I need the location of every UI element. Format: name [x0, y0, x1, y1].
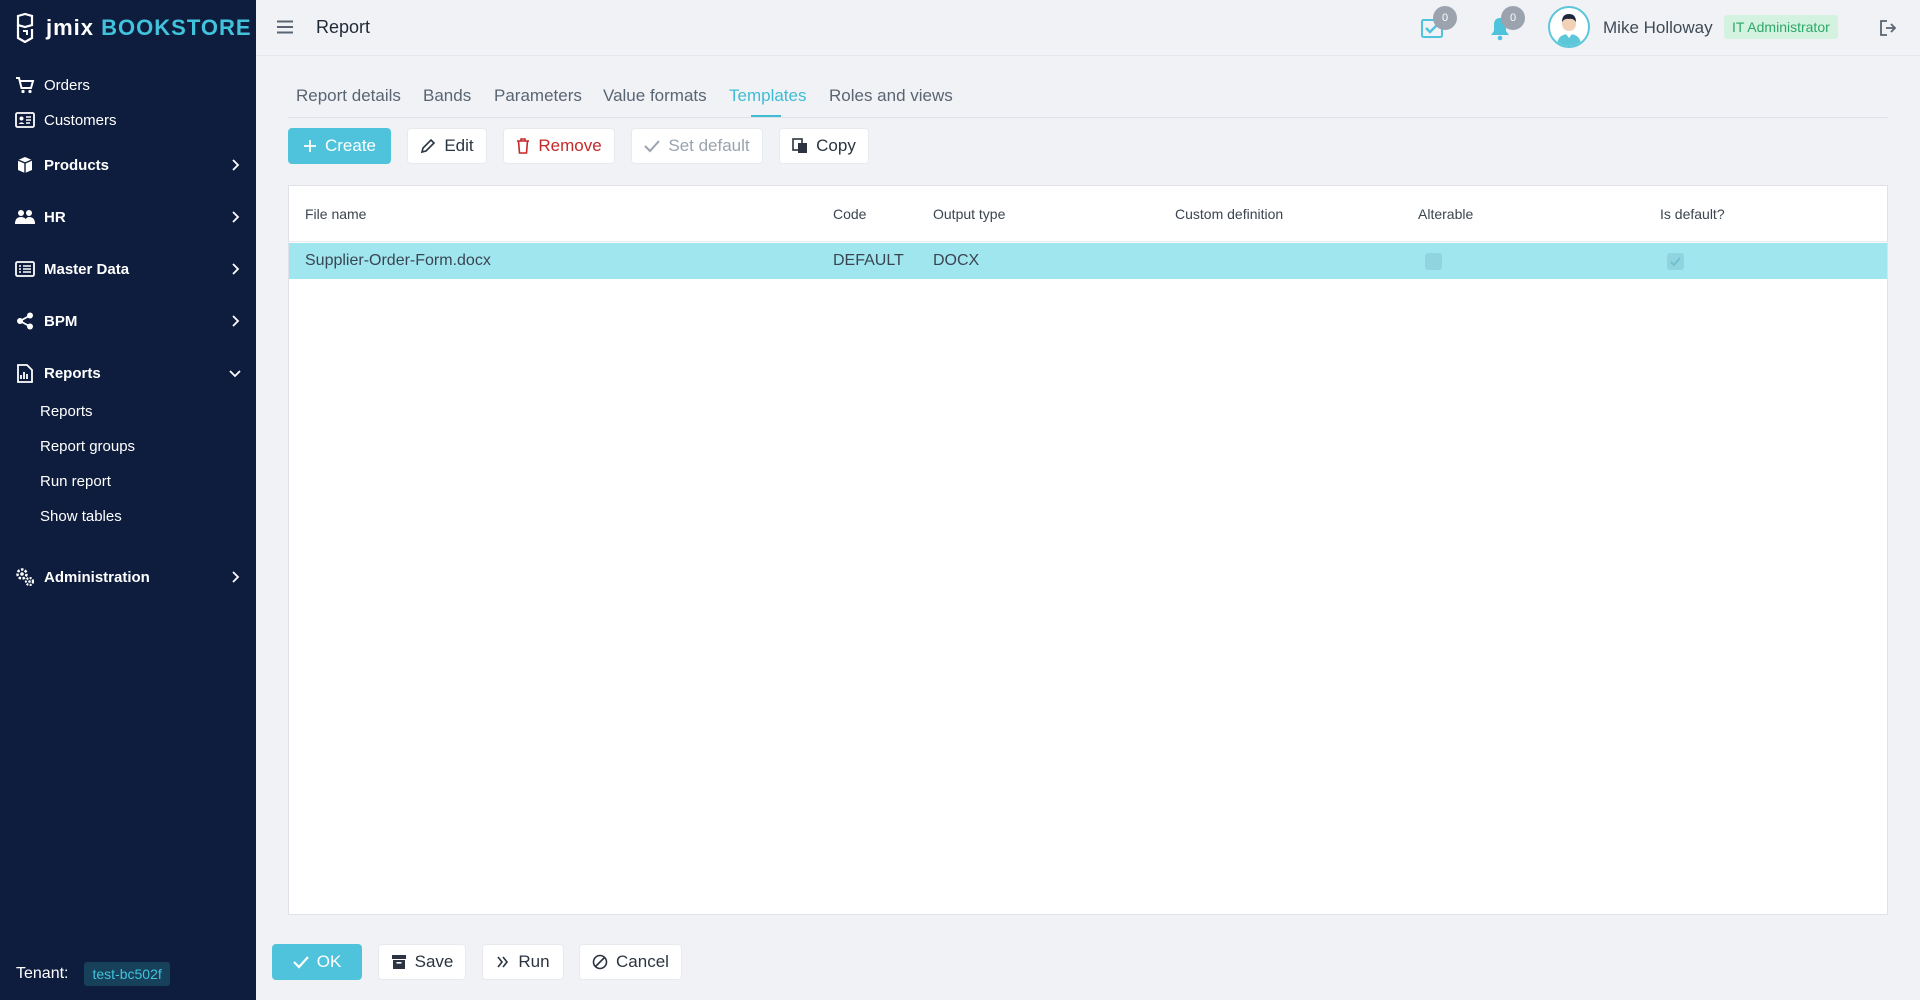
cell-code: DEFAULT: [833, 252, 904, 269]
pencil-icon: [421, 138, 436, 154]
tab-value-formats[interactable]: Value formats: [603, 86, 707, 106]
check-icon: [292, 956, 309, 969]
trash-icon: [517, 138, 530, 154]
double-chevron-right-icon: [497, 956, 509, 968]
jmix-logo-icon: [16, 13, 34, 43]
save-button[interactable]: Save: [378, 944, 466, 980]
tab-roles-and-views[interactable]: Roles and views: [829, 86, 953, 106]
check-icon: [1670, 257, 1681, 267]
cart-icon: [14, 74, 36, 96]
tab-bands[interactable]: Bands: [423, 86, 471, 106]
sidebar-item-label: Administration: [44, 568, 150, 586]
tenant-label: Tenant:: [16, 965, 69, 982]
table-header: File name Code Output type Custom defini…: [289, 186, 1887, 242]
user-role-badge: IT Administrator: [1724, 15, 1838, 39]
column-header-custom-definition[interactable]: Custom definition: [1175, 206, 1283, 222]
hamburger-menu-icon[interactable]: [276, 18, 294, 36]
chevron-right-icon: [232, 211, 240, 223]
logo-bookstore-text: BOOKSTORE: [101, 15, 252, 40]
copy-icon: [792, 138, 808, 153]
is-default-checkbox[interactable]: [1667, 253, 1684, 270]
logout-icon[interactable]: [1878, 18, 1898, 38]
column-header-is-default[interactable]: Is default?: [1660, 206, 1725, 222]
templates-table: File name Code Output type Custom defini…: [288, 185, 1888, 915]
cancel-button[interactable]: Cancel: [579, 944, 682, 980]
sidebar-subitem-reports[interactable]: Reports: [40, 403, 93, 420]
chevron-down-icon: [229, 370, 241, 378]
top-header: Report 0 0 Mike Holloway IT Administrato…: [256, 0, 1920, 56]
sidebar-item-orders[interactable]: Orders: [0, 73, 256, 97]
gears-icon: [14, 566, 36, 588]
run-button[interactable]: Run: [482, 944, 564, 980]
id-card-icon: [14, 109, 36, 131]
sidebar-item-label: HR: [44, 208, 66, 226]
alterable-checkbox[interactable]: [1425, 253, 1442, 270]
tasks-count-badge: 0: [1433, 6, 1457, 30]
archive-icon: [391, 955, 406, 969]
share-icon: [14, 310, 36, 332]
plus-icon: [303, 140, 316, 152]
create-button[interactable]: Create: [288, 128, 391, 164]
cell-output-type: DOCX: [933, 252, 980, 269]
tab-templates[interactable]: Templates: [729, 86, 806, 106]
tab-report-details[interactable]: Report details: [296, 86, 401, 106]
copy-button[interactable]: Copy: [779, 128, 869, 164]
logo-jmix-text: jmix: [46, 15, 95, 40]
sidebar-subitem-report-groups[interactable]: Report groups: [40, 438, 135, 455]
check-icon: [644, 140, 661, 153]
file-chart-icon: [14, 362, 36, 384]
cell-file-name: Supplier-Order-Form.docx: [305, 252, 491, 269]
sidebar-item-label: Reports: [44, 364, 101, 382]
user-name[interactable]: Mike Holloway: [1603, 18, 1713, 38]
sidebar-item-label: Customers: [44, 111, 117, 129]
tenant-badge: test-bc502f: [84, 962, 170, 986]
sidebar-item-bpm[interactable]: BPM: [0, 308, 256, 334]
sidebar-item-hr[interactable]: HR: [0, 204, 256, 230]
list-icon: [14, 258, 36, 280]
sidebar-item-master-data[interactable]: Master Data: [0, 256, 256, 282]
column-header-file-name[interactable]: File name: [305, 206, 366, 222]
avatar[interactable]: [1548, 6, 1590, 48]
chevron-right-icon: [232, 571, 240, 583]
sidebar-item-administration[interactable]: Administration: [0, 564, 256, 590]
sidebar-item-label: Products: [44, 156, 110, 174]
tenant-info: Tenant: test-bc502f: [16, 962, 170, 986]
ok-button[interactable]: OK: [272, 944, 362, 980]
sidebar-item-customers[interactable]: Customers: [0, 108, 256, 132]
chevron-right-icon: [232, 263, 240, 275]
sidebar-item-label: Master Data: [44, 260, 130, 278]
sidebar-item-reports[interactable]: Reports: [0, 360, 256, 386]
column-header-output-type[interactable]: Output type: [933, 206, 1005, 222]
edit-button[interactable]: Edit: [407, 128, 487, 164]
column-header-alterable[interactable]: Alterable: [1418, 206, 1473, 222]
ban-icon: [592, 954, 608, 970]
set-default-button[interactable]: Set default: [631, 128, 763, 164]
sidebar-item-products[interactable]: Products: [0, 152, 256, 178]
tab-parameters[interactable]: Parameters: [494, 86, 582, 106]
report-tabs: Report details Bands Parameters Value fo…: [288, 74, 1888, 118]
sidebar-item-label: Orders: [44, 76, 90, 94]
sidebar: jmix BOOKSTORE Orders Customers Products…: [0, 0, 256, 1000]
sidebar-subitem-show-tables[interactable]: Show tables: [40, 508, 122, 525]
notifications-count-badge: 0: [1501, 6, 1525, 30]
app-logo[interactable]: jmix BOOKSTORE: [14, 12, 252, 44]
column-header-code[interactable]: Code: [833, 206, 866, 222]
box-icon: [14, 154, 36, 176]
chevron-right-icon: [232, 315, 240, 327]
remove-button[interactable]: Remove: [503, 128, 615, 164]
page-title: Report: [316, 17, 371, 37]
sidebar-item-label: BPM: [44, 312, 78, 330]
chevron-right-icon: [232, 159, 240, 171]
table-row[interactable]: Supplier-Order-Form.docx DEFAULT DOCX: [289, 243, 1887, 279]
sidebar-subitem-run-report[interactable]: Run report: [40, 473, 111, 490]
active-tab-indicator: [751, 115, 781, 117]
users-icon: [14, 206, 36, 228]
